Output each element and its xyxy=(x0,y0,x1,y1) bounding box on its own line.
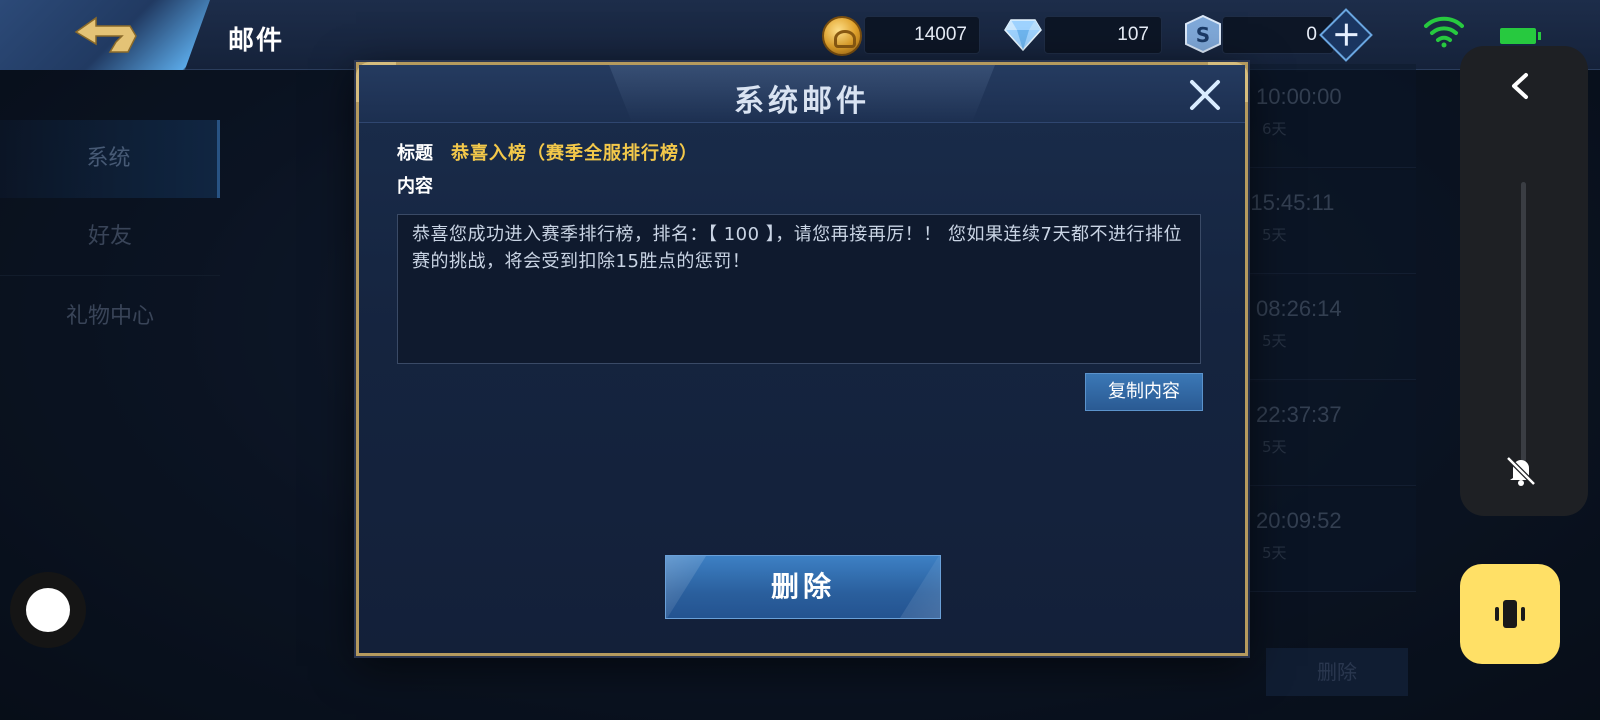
voucher-amount: 0 xyxy=(1306,24,1317,45)
vibrate-icon xyxy=(1495,600,1525,628)
page-title: 邮件 xyxy=(228,26,285,56)
back-button[interactable] xyxy=(0,0,210,70)
svg-text:S: S xyxy=(1196,23,1210,47)
close-icon[interactable] xyxy=(1187,77,1223,113)
delete-button-label: 删除 xyxy=(770,570,835,603)
mail-subject: 恭喜入榜（赛季全服排行榜） xyxy=(451,143,698,164)
dialog-title: 系统邮件 xyxy=(734,84,870,119)
gold-coin-icon xyxy=(822,16,862,56)
voucher-icon: S xyxy=(1185,14,1221,54)
battery-icon xyxy=(1500,28,1541,44)
mail-content-box[interactable]: 恭喜您成功进入赛季排行榜，排名：【 100 】，请您再接再厉！！ 您如果连续7天… xyxy=(397,214,1201,364)
game-screen: 邮件 14007 107 S 0 系统 好友 礼物中心 10:00:00 6天 … xyxy=(0,0,1600,720)
mail-content-text: 恭喜您成功进入赛季排行榜，排名：【 100 】，请您再接再厉！！ 您如果连续7天… xyxy=(412,224,1182,272)
back-arrow-icon xyxy=(74,16,137,53)
top-bar: 邮件 14007 107 S 0 xyxy=(0,0,1600,70)
wifi-icon xyxy=(1424,16,1464,48)
diamond-counter: 107 xyxy=(1044,16,1162,54)
content-label: 内容 xyxy=(397,176,433,197)
floating-control-panel xyxy=(1460,46,1588,516)
copy-content-button[interactable]: 复制内容 xyxy=(1085,373,1203,411)
gold-counter: 14007 xyxy=(864,16,980,54)
assistive-touch-button[interactable] xyxy=(10,572,86,648)
volume-slider[interactable] xyxy=(1521,182,1526,462)
system-mail-dialog: 系统邮件 标题 恭喜入榜（赛季全服排行榜） 内容 恭喜您成功进入赛季排行榜，排名… xyxy=(356,62,1248,656)
vibrate-mode-button[interactable] xyxy=(1460,564,1560,664)
dialog-header: 系统邮件 xyxy=(359,65,1245,123)
gold-amount: 14007 xyxy=(914,24,967,45)
chevron-left-icon[interactable] xyxy=(1508,72,1532,100)
voucher-counter: 0 xyxy=(1222,16,1334,54)
subject-label: 标题 xyxy=(397,143,433,164)
diamond-amount: 107 xyxy=(1117,24,1149,45)
diamond-icon xyxy=(1004,19,1042,52)
delete-mail-button[interactable]: 删除 xyxy=(665,555,941,619)
mute-icon[interactable] xyxy=(1504,454,1538,488)
